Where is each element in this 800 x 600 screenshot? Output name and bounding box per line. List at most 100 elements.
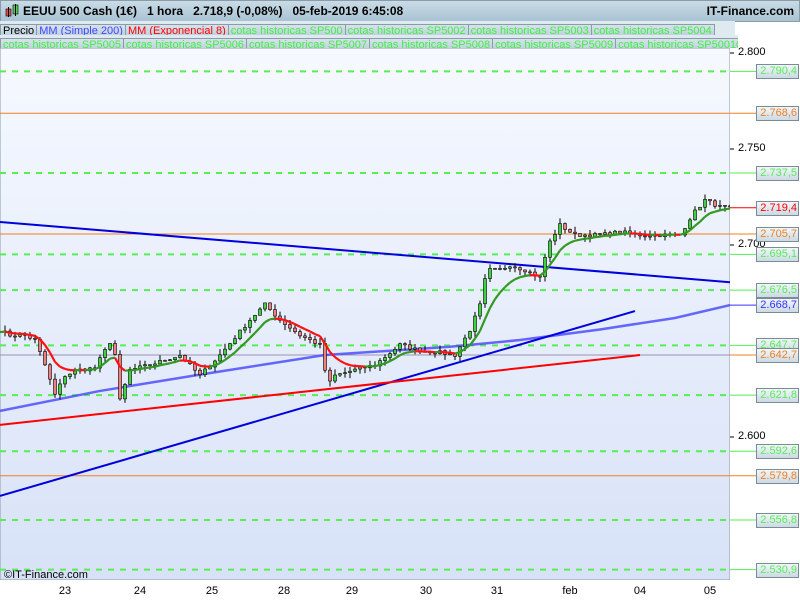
- candle: [228, 343, 232, 350]
- ema8-segment: [9, 331, 16, 335]
- ema8-segment: [609, 233, 616, 237]
- candle: [463, 337, 467, 348]
- ema8-segment: [619, 232, 626, 236]
- candle: [588, 234, 592, 238]
- legend-row-1: Precio MM (Simple 200) MM (Exponencial 8) c…: [0, 21, 735, 36]
- candle: [563, 223, 567, 230]
- level-price-tag: 2.668,7: [756, 298, 799, 314]
- candle: [408, 344, 412, 350]
- candle: [108, 343, 112, 350]
- ema8-segment: [159, 363, 166, 367]
- candle: [13, 335, 17, 338]
- candle: [483, 278, 487, 305]
- candle: [508, 266, 512, 269]
- candle: [603, 232, 607, 235]
- ema8-segment: [279, 317, 286, 322]
- candle: [328, 369, 332, 382]
- x-tick-label: 05: [703, 585, 717, 597]
- ema8-segment: [409, 350, 416, 354]
- candle: [693, 209, 697, 221]
- candle: [698, 206, 702, 211]
- x-tick-label: 29: [345, 585, 359, 597]
- candle: [583, 234, 587, 237]
- ema8-segment: [589, 236, 596, 240]
- ema8-segment: [449, 351, 456, 355]
- candle: [158, 360, 162, 365]
- candle: [568, 229, 572, 233]
- candle: [353, 368, 357, 372]
- candle: [558, 223, 562, 235]
- candle: [318, 342, 322, 345]
- candle: [513, 266, 517, 269]
- candle: [238, 329, 242, 339]
- ema8-segment: [24, 332, 31, 337]
- candle: [143, 364, 147, 367]
- level-price-tag: 2.621,8: [756, 388, 799, 404]
- candle: [413, 347, 417, 350]
- ema8-segment: [404, 351, 411, 355]
- candle: [258, 308, 262, 316]
- candle: [33, 337, 37, 340]
- candle: [168, 359, 172, 361]
- plot-area: [0, 48, 731, 581]
- candle: [573, 231, 577, 234]
- candle: [713, 200, 717, 207]
- x-tick-label: 30: [419, 585, 433, 597]
- candle: [488, 268, 492, 279]
- candle: [48, 364, 52, 380]
- ema8-segment: [209, 364, 216, 368]
- candle: [163, 360, 167, 362]
- x-tick-label: 24: [133, 585, 147, 597]
- ema8-segment: [29, 333, 36, 337]
- candle: [468, 331, 472, 339]
- ema8-segment: [454, 350, 461, 355]
- ema8-segment: [149, 365, 156, 369]
- candle: [553, 234, 557, 242]
- ema8-segment: [679, 232, 686, 236]
- candle: [178, 354, 182, 358]
- candle: [58, 383, 62, 395]
- ema8-segment: [634, 232, 641, 236]
- ema8-segment: [169, 360, 176, 365]
- level-price-tag: 2.768,6: [756, 106, 799, 122]
- y-tick-label: 2.750: [738, 142, 766, 154]
- candle: [233, 338, 237, 344]
- candle: [383, 357, 387, 361]
- ema8-segment: [4, 330, 11, 334]
- candle: [343, 372, 347, 374]
- candle: [478, 303, 482, 317]
- candle: [198, 369, 202, 375]
- candle: [718, 205, 722, 207]
- ema8-segment: [84, 368, 91, 372]
- level-price-tag: 2.676,5: [756, 283, 799, 299]
- brand-label: IT-Finance.com: [706, 4, 794, 18]
- ema8-segment: [594, 235, 601, 239]
- ema8-segment: [184, 359, 191, 363]
- candle: [548, 240, 552, 258]
- candle: [643, 235, 647, 238]
- ema8-segment: [349, 364, 356, 368]
- candle: [73, 370, 77, 375]
- candle: [173, 357, 177, 360]
- x-tick-label: 25: [205, 585, 219, 597]
- ema8-segment: [524, 274, 531, 278]
- ema8-segment: [164, 362, 171, 366]
- level-price-tag: 2.737,5: [756, 166, 799, 181]
- level-price-tag: 2.705,7: [756, 227, 799, 243]
- candle: [103, 349, 107, 358]
- level-price-tag: 2.642,7: [756, 348, 799, 364]
- candle: [53, 378, 57, 395]
- ema8-segment: [719, 208, 726, 212]
- ema8-segment: [439, 350, 446, 354]
- level-price-tag: 2.579,8: [756, 468, 799, 484]
- ema8-segment: [579, 237, 586, 241]
- x-tick-label: 28: [277, 585, 291, 597]
- candle: [518, 267, 522, 271]
- ema8-segment: [724, 207, 730, 211]
- candle: [333, 374, 337, 382]
- candle: [263, 302, 267, 310]
- candle: [298, 331, 302, 337]
- ema8-segment: [154, 364, 161, 368]
- price-chart[interactable]: [0, 48, 800, 600]
- ema8-segment: [519, 274, 526, 279]
